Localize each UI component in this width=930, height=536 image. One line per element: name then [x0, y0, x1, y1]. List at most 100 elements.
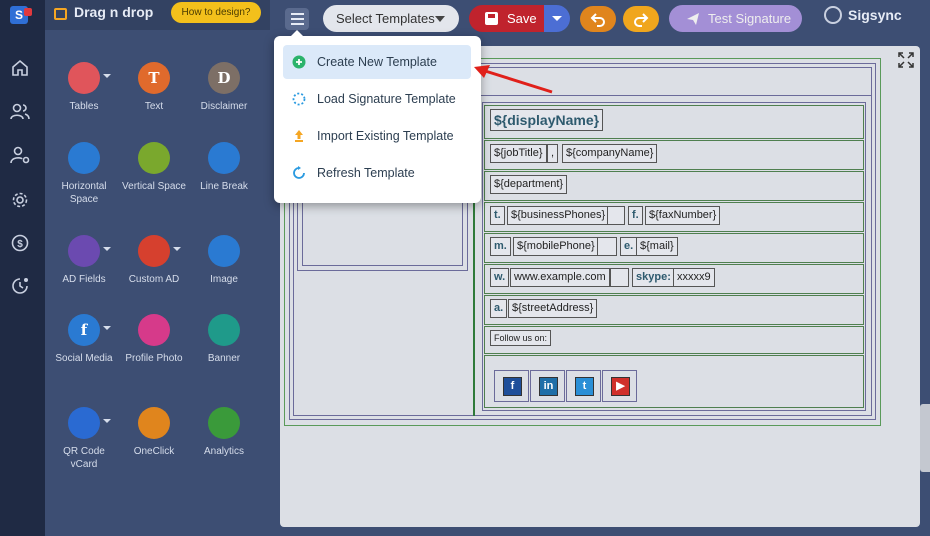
- users-icon[interactable]: [9, 100, 31, 122]
- menu-item-label: Load Signature Template: [317, 92, 456, 106]
- tool-horizontal-space[interactable]: Horizontal Space: [49, 142, 119, 206]
- dollar-icon[interactable]: $: [9, 232, 31, 254]
- caret-down-icon[interactable]: [103, 247, 111, 251]
- table-row[interactable]: Follow us on:: [484, 326, 864, 354]
- redo-button[interactable]: [623, 6, 659, 32]
- test-signature-label: Test Signature: [708, 11, 792, 26]
- skype-label[interactable]: skype:: [632, 268, 675, 287]
- save-options-button[interactable]: [544, 5, 570, 32]
- tool-line-break[interactable]: Line Break: [189, 142, 259, 193]
- separator-field[interactable]: ,: [547, 144, 559, 163]
- history-icon[interactable]: [9, 275, 31, 297]
- test-signature-button[interactable]: Test Signature: [669, 5, 802, 32]
- tool-oneclick[interactable]: OneClick: [119, 407, 189, 458]
- mobile-phone-field[interactable]: ${mobilePhone}: [513, 237, 599, 256]
- job-title-field[interactable]: ${jobTitle}: [490, 144, 547, 163]
- table-row[interactable]: ${department}: [484, 171, 864, 201]
- caret-down-icon[interactable]: [103, 326, 111, 330]
- menu-item-import-existing-template[interactable]: Import Existing Template: [283, 119, 471, 153]
- table-row[interactable]: m. ${mobilePhone} e. ${mail}: [484, 233, 864, 263]
- tool-social-media[interactable]: f Social Media: [49, 314, 119, 365]
- table-row[interactable]: w. www.example.com skype: xxxxx9: [484, 264, 864, 294]
- save-button[interactable]: Save: [469, 5, 544, 32]
- business-phones-field[interactable]: ${businessPhones}: [507, 206, 610, 225]
- tool-image[interactable]: Image: [189, 235, 259, 286]
- caret-down-icon[interactable]: [103, 74, 111, 78]
- tool-disclaimer[interactable]: D Disclaimer: [189, 62, 259, 113]
- caret-down-icon[interactable]: [103, 419, 111, 423]
- tool-custom-ad[interactable]: Custom AD: [119, 235, 189, 286]
- social-cell[interactable]: t: [566, 370, 601, 402]
- tool-label: Banner: [207, 353, 241, 364]
- email-label[interactable]: e.: [620, 237, 638, 256]
- tool-profile-photo[interactable]: Profile Photo: [119, 314, 189, 365]
- table-row[interactable]: ${displayName}: [484, 105, 864, 139]
- tool-tables[interactable]: Tables: [49, 62, 119, 113]
- display-name-field[interactable]: ${displayName}: [490, 109, 604, 131]
- spacer-field[interactable]: [607, 206, 625, 225]
- redo-icon: [634, 13, 649, 27]
- website-field[interactable]: www.example.com: [510, 268, 610, 287]
- menu-item-create-new-template[interactable]: Create New Template: [283, 45, 471, 79]
- plus-circle-icon: [292, 55, 306, 69]
- refresh-icon: [293, 166, 305, 179]
- fax-number-field[interactable]: ${faxNumber}: [645, 206, 721, 225]
- right-panel-toggle[interactable]: [920, 404, 930, 472]
- tool-label: Line Break: [200, 181, 248, 192]
- app-logo-icon[interactable]: S: [10, 6, 32, 24]
- table-row[interactable]: a. ${streetAddress}: [484, 295, 864, 325]
- street-address-field[interactable]: ${streetAddress}: [508, 299, 598, 318]
- mail-field[interactable]: ${mail}: [636, 237, 678, 256]
- spacer-field[interactable]: [610, 268, 629, 287]
- fullscreen-icon[interactable]: [898, 52, 914, 68]
- tool-ad-fields[interactable]: AD Fields: [49, 235, 119, 286]
- table-row[interactable]: t. ${businessPhones} f. ${faxNumber}: [484, 202, 864, 232]
- image-icon: [208, 235, 240, 267]
- phone-label[interactable]: t.: [490, 206, 505, 225]
- svg-text:$: $: [17, 239, 23, 250]
- social-cell[interactable]: ▶: [602, 370, 637, 402]
- select-templates-button[interactable]: Select Templates: [323, 5, 459, 32]
- template-menu: Create New Template Load Signature Templa…: [274, 30, 481, 203]
- home-icon[interactable]: [9, 57, 31, 79]
- undo-button[interactable]: [580, 6, 616, 32]
- linkedin-icon: in: [539, 377, 558, 396]
- skype-field[interactable]: xxxxx9: [673, 268, 715, 287]
- tool-label: AD Fields: [62, 274, 106, 285]
- department-field[interactable]: ${department}: [490, 175, 568, 194]
- caret-down-icon[interactable]: [173, 247, 181, 251]
- tool-label: OneClick: [133, 446, 175, 457]
- menu-item-label: Create New Template: [317, 55, 437, 69]
- fax-label[interactable]: f.: [628, 206, 643, 225]
- how-to-design-button[interactable]: How to design?: [171, 2, 261, 23]
- social-cell[interactable]: f: [494, 370, 529, 402]
- floppy-disk-icon: [485, 12, 498, 25]
- social-cell[interactable]: in: [530, 370, 565, 402]
- table-row[interactable]: ${jobTitle} , ${companyName}: [484, 140, 864, 170]
- tool-label: Text: [144, 101, 164, 112]
- user-name: Sigsync: [848, 7, 902, 23]
- twitter-icon: t: [575, 377, 594, 396]
- hamburger-menu-button[interactable]: [285, 8, 309, 30]
- profile-photo-icon: [138, 314, 170, 346]
- tool-label: Profile Photo: [125, 353, 183, 364]
- tool-label: Image: [210, 274, 238, 285]
- user-account[interactable]: Sigsync: [824, 6, 902, 24]
- tool-banner[interactable]: Banner: [189, 314, 259, 365]
- menu-item-refresh-template[interactable]: Refresh Template: [283, 156, 471, 190]
- tool-text[interactable]: T Text: [119, 62, 189, 113]
- menu-item-load-signature-template[interactable]: Load Signature Template: [283, 82, 471, 116]
- tool-vertical-space[interactable]: Vertical Space: [119, 142, 189, 193]
- tool-analytics[interactable]: Analytics: [189, 407, 259, 458]
- text-icon: T: [138, 62, 170, 94]
- address-label[interactable]: a.: [490, 299, 508, 318]
- company-name-field[interactable]: ${companyName}: [562, 144, 658, 163]
- website-label[interactable]: w.: [490, 268, 510, 287]
- gear-icon[interactable]: [9, 189, 31, 211]
- tool-qr-code-vcard[interactable]: QR Code vCard: [49, 407, 119, 471]
- follow-us-label[interactable]: Follow us on:: [490, 330, 552, 346]
- ad-fields-icon: [68, 235, 100, 267]
- spacer-field[interactable]: [597, 237, 617, 256]
- mobile-label[interactable]: m.: [490, 237, 511, 256]
- user-settings-icon[interactable]: [9, 144, 31, 166]
